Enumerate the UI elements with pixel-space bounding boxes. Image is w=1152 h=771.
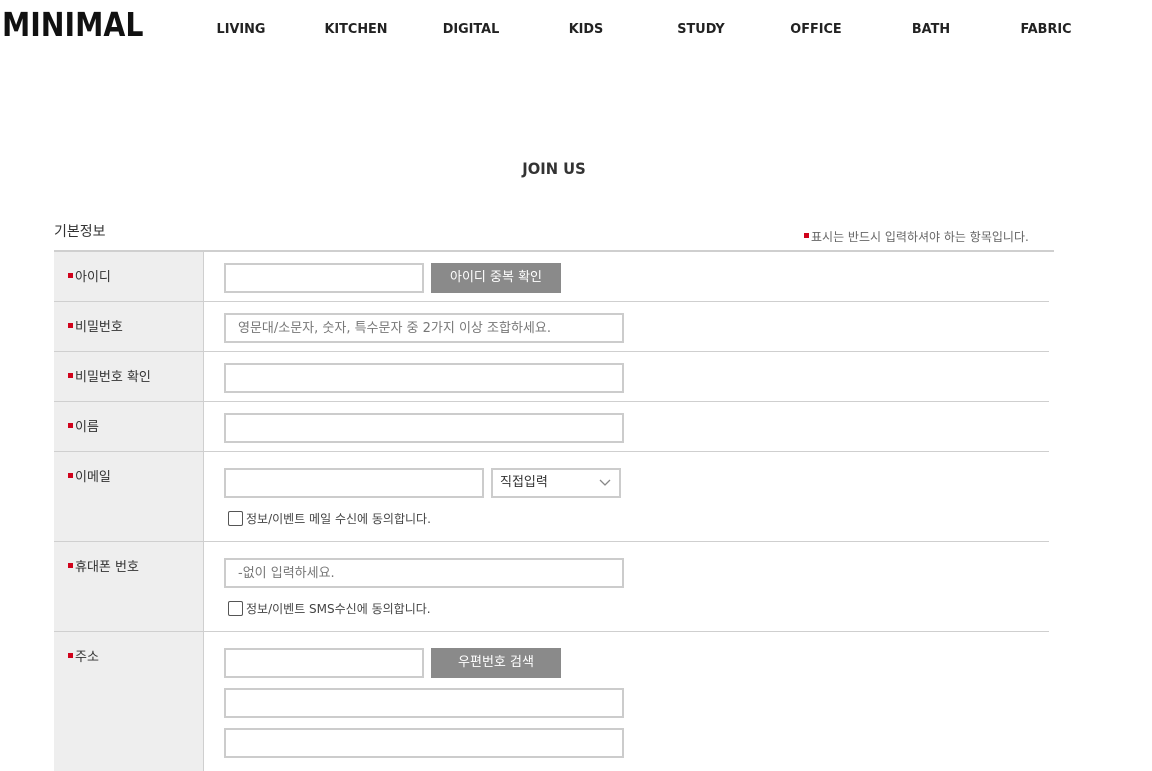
form-row-email: 이메일 직접입력 정보/이벤트 메일 수신에 동의합니다. [54,452,1049,542]
required-note-text: 표시는 반드시 입력하셔야 하는 항목입니다. [811,230,1029,244]
row-label: 휴대폰 번호 [68,556,139,575]
row-label-cell: 주소 [54,632,204,771]
address-line1-input[interactable] [224,688,624,718]
zipcode-input[interactable] [224,648,424,678]
email-agree: 정보/이벤트 메일 수신에 동의합니다. [228,510,431,527]
zipcode-search-button[interactable]: 우편번호 검색 [431,648,561,678]
email-label: 이메일 [75,470,111,485]
address-label: 주소 [75,650,99,665]
page-title: JOIN US [522,159,586,178]
phone-label: 휴대폰 번호 [75,560,139,575]
sms-agree-checkbox[interactable] [228,601,243,616]
nav-kids[interactable]: KIDS [539,20,634,38]
password-input[interactable] [224,313,624,343]
row-label-cell: 비밀번호 확인 [54,352,204,401]
email-input[interactable] [224,468,484,498]
main-nav: LIVING KITCHEN DIGITAL KIDS STUDY OFFICE… [0,20,1152,40]
chevron-down-icon [599,479,611,486]
row-label: 비밀번호 [68,316,123,335]
row-label: 이메일 [68,466,111,485]
nav-bath[interactable]: BATH [884,20,979,38]
required-mark-icon [68,373,73,378]
nav-living[interactable]: LIVING [194,20,289,38]
email-domain-select[interactable]: 직접입력 [491,468,621,498]
sms-agree: 정보/이벤트 SMS수신에 동의합니다. [228,600,431,617]
row-label-cell: 비밀번호 [54,302,204,351]
form-row-password: 비밀번호 [54,302,1049,352]
required-mark-icon [68,423,73,428]
form-row-password-confirm: 비밀번호 확인 [54,352,1049,402]
nav-kitchen[interactable]: KITCHEN [309,20,404,38]
nav-office[interactable]: OFFICE [769,20,864,38]
row-label: 주소 [68,646,99,665]
row-label: 이름 [68,416,99,435]
form-row-id: 아이디 아이디 중복 확인 [54,252,1049,302]
address-line2-input[interactable] [224,728,624,758]
required-mark-icon [68,653,73,658]
required-mark-icon [68,563,73,568]
required-mark-icon [68,323,73,328]
row-label-cell: 이름 [54,402,204,451]
email-agree-label: 정보/이벤트 메일 수신에 동의합니다. [246,512,431,526]
required-note: 표시는 반드시 입력하셔야 하는 항목입니다. [804,228,1029,245]
form-row-name: 이름 [54,402,1049,452]
nav-fabric[interactable]: FABRIC [999,20,1094,38]
required-mark-icon [804,233,809,238]
row-label: 비밀번호 확인 [68,366,151,385]
name-label: 이름 [75,420,99,435]
phone-input[interactable] [224,558,624,588]
name-input[interactable] [224,413,624,443]
id-input[interactable] [224,263,424,293]
email-agree-checkbox[interactable] [228,511,243,526]
row-label: 아이디 [68,266,111,285]
site-header: MINIMAL LIVING KITCHEN DIGITAL KIDS STUD… [0,0,1152,56]
id-check-button[interactable]: 아이디 중복 확인 [431,263,561,293]
password-confirm-input[interactable] [224,363,624,393]
row-label-cell: 아이디 [54,252,204,301]
section-title: 기본정보 [54,224,106,240]
form-row-phone: 휴대폰 번호 정보/이벤트 SMS수신에 동의합니다. [54,542,1049,632]
nav-digital[interactable]: DIGITAL [424,20,519,38]
row-label-cell: 이메일 [54,452,204,541]
nav-study[interactable]: STUDY [654,20,749,38]
row-label-cell: 휴대폰 번호 [54,542,204,631]
sms-agree-label: 정보/이벤트 SMS수신에 동의합니다. [246,602,431,616]
required-mark-icon [68,273,73,278]
email-domain-value: 직접입력 [500,475,548,490]
password-label: 비밀번호 [75,320,123,335]
form-row-address: 주소 우편번호 검색 [54,632,1049,771]
required-mark-icon [68,473,73,478]
id-label: 아이디 [75,270,111,285]
password-confirm-label: 비밀번호 확인 [75,370,151,385]
